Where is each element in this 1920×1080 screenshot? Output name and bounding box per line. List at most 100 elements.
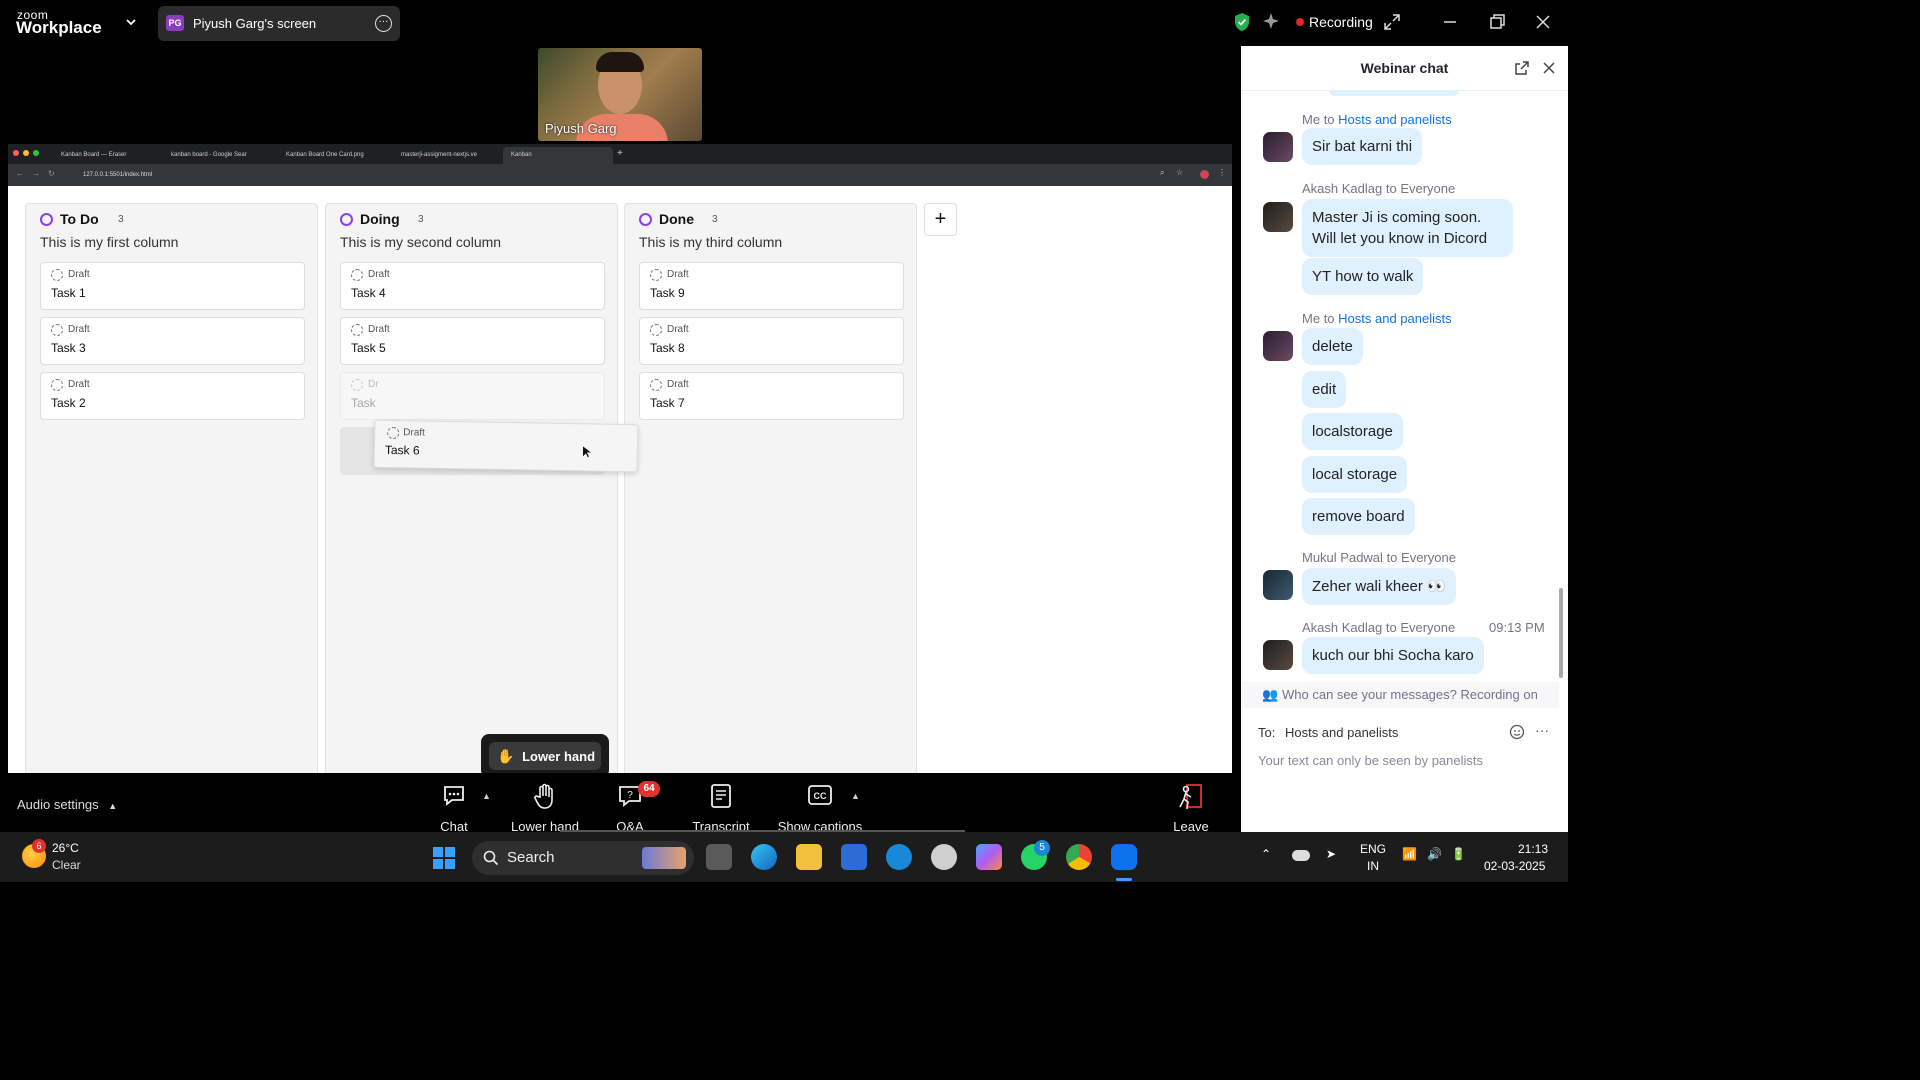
browser-tab[interactable]: masterji-assigment-nextjs.ve — [393, 147, 496, 164]
add-column-button[interactable]: + — [924, 203, 957, 236]
speaker-video-tile[interactable]: Piyush Garg — [538, 48, 702, 141]
column-doing[interactable]: Doing 3 This is my second column Draft T… — [325, 203, 618, 773]
ai-companion-icon[interactable] — [1262, 12, 1280, 30]
encryption-shield-icon[interactable] — [1234, 12, 1250, 32]
avatar[interactable] — [1263, 132, 1293, 162]
more-options-icon[interactable]: ··· — [375, 15, 392, 32]
message-bubble[interactable]: localstorage — [1302, 413, 1403, 450]
restore-icon[interactable] — [1485, 10, 1509, 34]
edge-browser-icon[interactable] — [751, 844, 777, 870]
app-icon[interactable] — [886, 844, 912, 870]
column-done[interactable]: Done 3 This is my third column Draft Tas… — [624, 203, 917, 773]
task-view-icon[interactable] — [706, 844, 732, 870]
task-card[interactable]: Draft Task 5 — [340, 317, 605, 365]
column-todo[interactable]: To Do 3 This is my first column Draft Ta… — [25, 203, 318, 773]
recording-label[interactable]: Recording — [1309, 14, 1373, 30]
emoji-icon[interactable] — [1509, 724, 1525, 740]
recipient-selector[interactable]: To: Hosts and panelists — [1258, 725, 1398, 740]
task-card[interactable]: Draft Task 3 — [40, 317, 305, 365]
column-subtitle[interactable]: This is my second column — [340, 234, 501, 250]
audio-settings-button[interactable]: Audio settings ▲ — [17, 797, 117, 812]
browser-tab[interactable]: Kanban Board One Card.png — [278, 147, 381, 164]
column-title[interactable]: Doing — [360, 211, 400, 227]
mac-minimize-dot-icon[interactable] — [23, 150, 29, 156]
visibility-note[interactable]: 👥 Who can see your messages? Recording o… — [1241, 682, 1559, 708]
task-card[interactable]: Draft Task 2 — [40, 372, 305, 420]
message-bubble[interactable]: remove board — [1302, 498, 1415, 535]
tray-overflow-chevron-icon[interactable]: ⌃ — [1261, 847, 1271, 861]
windows-start-icon[interactable] — [432, 846, 456, 870]
temperature[interactable]: 26°C — [52, 841, 79, 855]
close-window-icon[interactable] — [1531, 10, 1555, 34]
popout-icon[interactable] — [1514, 60, 1530, 76]
bookmark-star-icon[interactable]: ☆ — [1176, 168, 1183, 177]
zoom-app-icon[interactable] — [1111, 844, 1137, 870]
lower-hand-button[interactable]: Lower hand — [505, 781, 585, 834]
forward-icon[interactable]: → — [32, 169, 40, 178]
message-bubble[interactable]: local storage — [1302, 456, 1408, 493]
avatar[interactable] — [1263, 640, 1293, 670]
taskbar-search[interactable]: Search — [472, 841, 694, 875]
microsoft-store-icon[interactable] — [841, 844, 867, 870]
browser-tab-active[interactable]: Kanban — [503, 147, 613, 164]
wifi-icon[interactable]: 📶 — [1402, 847, 1417, 861]
task-card[interactable]: Draft Task 9 — [639, 262, 904, 310]
chat-options-chevron-icon[interactable]: ▲ — [482, 791, 491, 801]
message-bubble[interactable]: edit — [1302, 371, 1347, 408]
message-bubble[interactable]: Zeher wali kheer 👀 — [1302, 568, 1456, 605]
chevron-down-icon[interactable] — [124, 15, 138, 29]
chrome-icon[interactable] — [1066, 844, 1092, 870]
column-subtitle[interactable]: This is my first column — [40, 234, 178, 250]
clock-time[interactable]: 21:13 — [1518, 842, 1548, 856]
file-explorer-icon[interactable] — [796, 844, 822, 870]
copilot-icon[interactable] — [976, 844, 1002, 870]
chat-button[interactable]: Chat — [414, 781, 494, 834]
show-captions-button[interactable]: CC Show captions — [775, 781, 865, 834]
clock-app-icon[interactable] — [931, 844, 957, 870]
mac-close-dot-icon[interactable] — [13, 150, 19, 156]
fullscreen-icon[interactable] — [1380, 10, 1404, 34]
shared-screen[interactable]: Kanban Board — Eraser kanban board - Goo… — [8, 144, 1232, 773]
language-top[interactable]: ENG — [1360, 842, 1386, 856]
message-bubble[interactable]: delete — [1302, 328, 1363, 365]
browser-tab[interactable]: Kanban Board — Eraser — [53, 147, 156, 164]
browser-menu-icon[interactable]: ⋮ — [1218, 168, 1226, 177]
message-bubble[interactable]: YT how to walk — [1302, 258, 1424, 295]
message-bubble[interactable]: kuch our bhi Socha karo — [1302, 637, 1484, 674]
back-icon[interactable]: ← — [16, 169, 24, 178]
message-bubble[interactable]: Sir bat karni thi — [1302, 128, 1423, 165]
recipient-name[interactable]: Hosts and panelists — [1338, 112, 1451, 127]
column-title[interactable]: Done — [659, 211, 694, 227]
avatar[interactable] — [1263, 570, 1293, 600]
url-field[interactable]: 127.0.0.1:5501/index.html — [83, 172, 152, 178]
transcript-button[interactable]: Transcript — [681, 781, 761, 834]
task-card[interactable]: Draft Task 1 — [40, 262, 305, 310]
new-tab-icon[interactable]: + — [617, 148, 623, 159]
lower-hand-popup-button[interactable]: ✋ Lower hand — [489, 742, 601, 770]
onedrive-cloud-icon[interactable] — [1292, 850, 1310, 861]
volume-icon[interactable]: 🔊 — [1427, 847, 1442, 861]
location-icon[interactable]: ➤ — [1326, 847, 1336, 861]
browser-tab[interactable]: kanban board - Google Sear — [163, 147, 266, 164]
more-icon[interactable]: ··· — [1535, 722, 1549, 738]
message-bubble[interactable]: Master Ji is coming soon. Will let you k… — [1302, 199, 1513, 257]
task-card[interactable]: Draft Task 8 — [639, 317, 904, 365]
minimize-icon[interactable] — [1438, 10, 1462, 34]
captions-options-chevron-icon[interactable]: ▲ — [851, 791, 860, 801]
battery-icon[interactable]: 🔋 — [1451, 847, 1466, 861]
screen-share-indicator[interactable]: PG Piyush Garg's screen ··· — [158, 6, 400, 41]
recipient-name[interactable]: Hosts and panelists — [1338, 311, 1451, 326]
mac-zoom-dot-icon[interactable] — [33, 150, 39, 156]
column-subtitle[interactable]: This is my third column — [639, 234, 782, 250]
leave-button[interactable]: Leave — [1151, 781, 1231, 834]
clock-date[interactable]: 02-03-2025 — [1484, 859, 1545, 873]
task-card[interactable]: Draft Task 4 — [340, 262, 605, 310]
chat-scrollbar[interactable] — [1559, 588, 1563, 678]
reload-icon[interactable]: ↻ — [48, 169, 55, 178]
dragging-task-card[interactable]: Draft Task 6 — [373, 419, 639, 473]
task-card[interactable]: Draft Task 7 — [639, 372, 904, 420]
avatar[interactable] — [1263, 202, 1293, 232]
column-title[interactable]: To Do — [60, 211, 99, 227]
avatar[interactable] — [1263, 331, 1293, 361]
chat-input[interactable]: Your text can only be seen by panelists — [1258, 753, 1483, 768]
